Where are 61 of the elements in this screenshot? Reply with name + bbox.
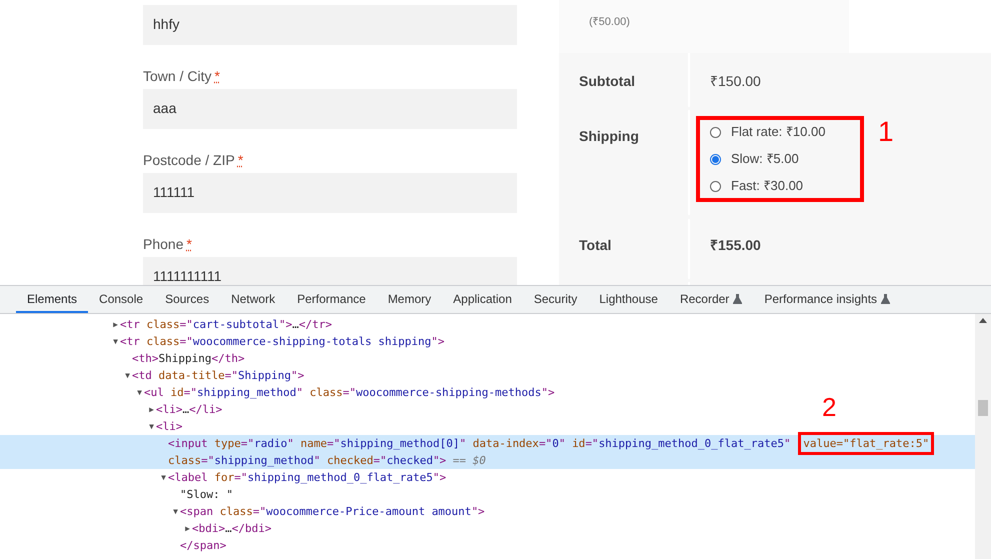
shipping-radio-option[interactable]: Slow: ₹5.00 bbox=[710, 150, 860, 168]
disclosure-triangle[interactable]: ▼ bbox=[173, 503, 178, 520]
text-input-field[interactable]: aaa bbox=[143, 89, 517, 129]
code-line[interactable]: <input type="radio" name="shipping_method[0]" data-index="0" id="shipping_method_0_flat_rate5" value="flat_rate:5" bbox=[168, 435, 936, 452]
scroll-up-arrow-icon[interactable] bbox=[979, 318, 987, 323]
devtools-tab[interactable]: Memory bbox=[376, 286, 442, 313]
code-line[interactable]: class="shipping_method" checked="checked"> == $0 bbox=[168, 452, 486, 469]
scrollbar[interactable] bbox=[975, 314, 991, 559]
devtools-tab[interactable]: Console bbox=[88, 286, 154, 313]
code-line[interactable]: <span class="woocommerce-Price-amount amount"> bbox=[180, 503, 485, 520]
devtools-tab[interactable]: Performance insights bbox=[753, 286, 902, 313]
code-line[interactable]: <ul id="shipping_method" class="woocommerce-shipping-methods"> bbox=[144, 384, 555, 401]
item-price: (₹50.00) bbox=[589, 16, 630, 28]
disclosure-triangle[interactable]: ▶ bbox=[113, 316, 118, 333]
code-line[interactable]: <li>…</li> bbox=[156, 401, 222, 418]
shipping-radio-option[interactable]: Fast: ₹30.00 bbox=[710, 177, 860, 196]
text-input-field[interactable]: 111111 bbox=[143, 173, 517, 213]
disclosure-triangle[interactable]: ▼ bbox=[149, 418, 154, 435]
disclosure-triangle[interactable]: ▼ bbox=[161, 469, 166, 486]
devtools-tab[interactable]: Application bbox=[442, 286, 523, 313]
devtools-tab[interactable]: Elements bbox=[16, 286, 88, 313]
required-asterisk: * bbox=[214, 67, 220, 85]
code-line[interactable]: <label for="shipping_method_0_flat_rate5"> bbox=[168, 469, 446, 486]
devtools-tab[interactable]: Recorder bbox=[668, 286, 754, 313]
devtools-tab[interactable]: Sources bbox=[154, 286, 220, 313]
disclosure-triangle[interactable]: ▼ bbox=[137, 384, 142, 401]
field-label: Postcode / ZIP bbox=[143, 151, 235, 169]
devtools-tab[interactable]: Security bbox=[522, 286, 588, 313]
row-value: ₹150.00 bbox=[710, 73, 761, 89]
required-asterisk: * bbox=[186, 235, 192, 253]
text-input-field[interactable]: hhfy bbox=[143, 5, 517, 45]
code-line[interactable]: "Slow: " bbox=[180, 486, 233, 503]
radio-button[interactable] bbox=[710, 180, 721, 192]
text-input-field[interactable]: 1111111111 bbox=[143, 257, 517, 285]
annotation-number: 1 bbox=[878, 118, 894, 146]
radio-button[interactable] bbox=[710, 126, 721, 138]
field-label: Phone bbox=[143, 235, 184, 253]
disclosure-triangle[interactable]: ▼ bbox=[113, 333, 118, 350]
row-header: Shipping bbox=[579, 128, 639, 144]
devtools-tab[interactable]: Performance bbox=[286, 286, 377, 313]
row-header: Total bbox=[579, 236, 612, 252]
disclosure-triangle[interactable]: ▶ bbox=[185, 520, 190, 537]
shipping-radio-option[interactable]: Flat rate: ₹10.00 bbox=[710, 123, 860, 142]
disclosure-triangle[interactable]: ▼ bbox=[125, 367, 130, 384]
row-header: Subtotal bbox=[579, 73, 635, 89]
devtools-tab[interactable]: Lighthouse bbox=[588, 286, 669, 313]
disclosure-triangle[interactable]: ▶ bbox=[149, 401, 154, 418]
code-line[interactable]: <td data-title="Shipping"> bbox=[132, 367, 304, 384]
code-line[interactable]: <li> bbox=[156, 418, 182, 435]
field-label: Town / City bbox=[143, 67, 212, 85]
code-line[interactable]: <tr class="woocommerce-shipping-totals shipping"> bbox=[120, 333, 445, 350]
code-line[interactable]: <bdi>…</bdi> bbox=[192, 520, 272, 537]
code-line[interactable]: <th>Shipping</th> bbox=[132, 350, 245, 367]
row-value: ₹155.00 bbox=[710, 236, 761, 252]
required-asterisk: * bbox=[238, 151, 244, 169]
devtools-tab[interactable]: Network bbox=[220, 286, 286, 313]
code-line[interactable]: </span> bbox=[180, 537, 226, 554]
code-line[interactable]: <tr class="cart-subtotal">…</tr> bbox=[120, 316, 332, 333]
radio-button[interactable] bbox=[710, 154, 721, 165]
scrollbar-thumb[interactable] bbox=[978, 400, 988, 416]
annotation-number: 2 bbox=[822, 394, 836, 420]
